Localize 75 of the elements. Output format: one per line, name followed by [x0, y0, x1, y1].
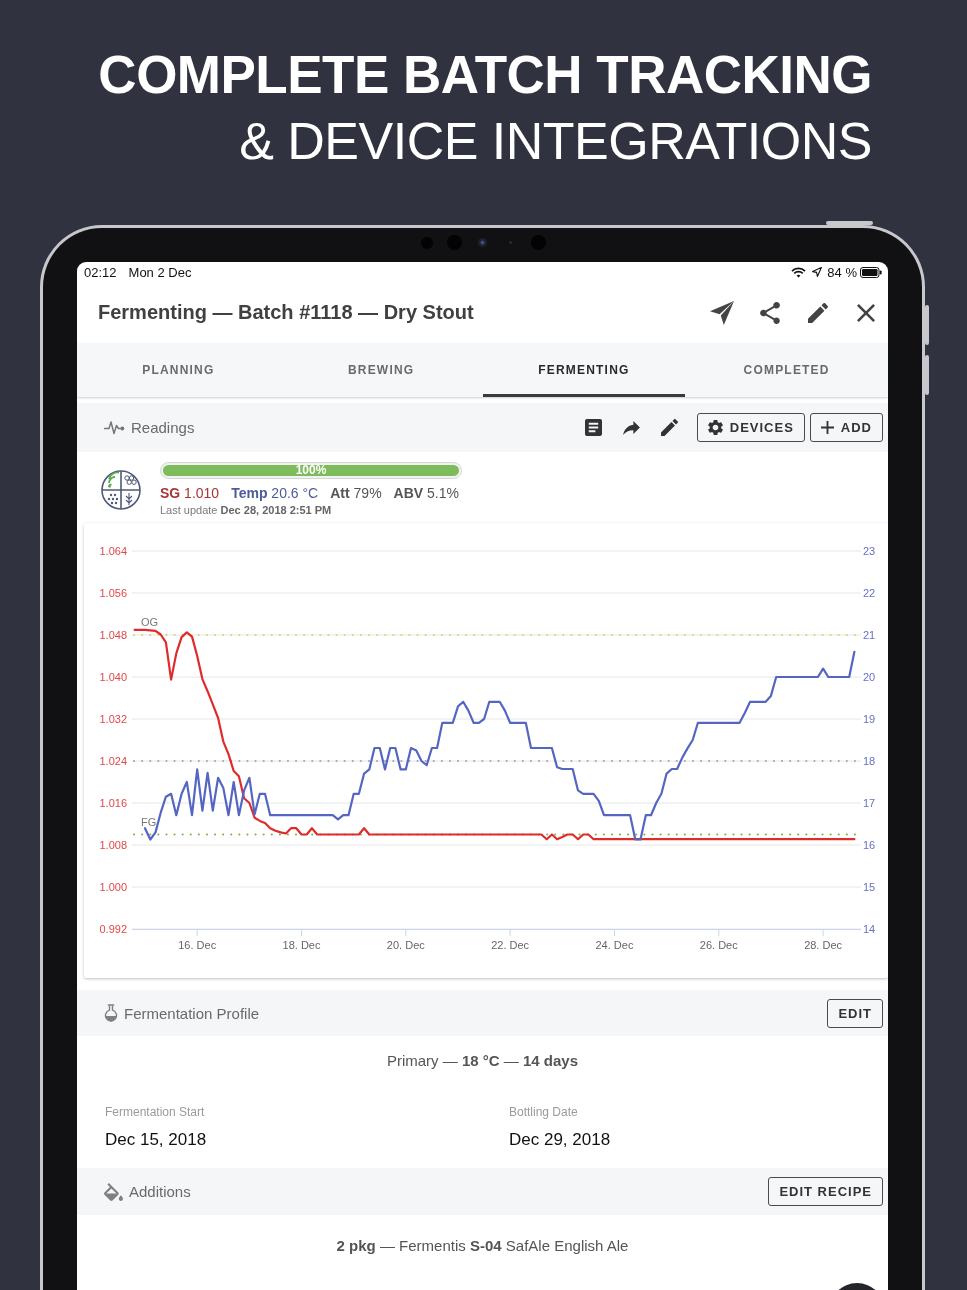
status-date: Mon 2 Dec	[128, 264, 192, 280]
headline-title: COMPLETE BATCH TRACKING	[98, 45, 872, 104]
gear-icon	[707, 420, 723, 435]
axis-label: 24. Dec	[595, 939, 634, 951]
edit-button[interactable]: EDIT	[827, 998, 883, 1028]
axis-label: 16	[863, 839, 876, 851]
field-value: Dec 29, 2018	[509, 1129, 611, 1151]
battery-icon	[860, 266, 882, 278]
curved-arrow-icon	[623, 420, 641, 435]
wifi-icon	[791, 266, 807, 278]
axis-label: 1.000	[99, 881, 127, 893]
axis-label: 26. Dec	[699, 939, 738, 951]
axis-label: 1.032	[99, 713, 127, 725]
status-time: 02:12	[84, 264, 117, 280]
axis-label: 17	[863, 797, 876, 809]
document-icon	[585, 419, 603, 436]
axis-label: 1.024	[99, 755, 127, 767]
section-title: Fermentation Profile	[124, 1004, 260, 1022]
devices-button[interactable]: DEVICES	[696, 413, 805, 442]
axis-label: 28. Dec	[804, 939, 843, 951]
axis-label: 1.048	[99, 629, 127, 641]
paper-plane-icon	[710, 300, 734, 325]
axis-label: 14	[863, 923, 876, 935]
add-button[interactable]: ADD	[809, 413, 883, 442]
battery-percentage: 84 %	[827, 264, 857, 280]
axis-label: 0.992	[99, 923, 127, 935]
reading-value: SG 1.010	[160, 485, 220, 501]
axis-label: 23	[863, 545, 876, 557]
device-emblem-icon	[101, 470, 141, 510]
tab[interactable]: COMPLETED	[685, 343, 888, 397]
addition-item: 2 pkg — Fermentis S-04 SafAle English Ale	[336, 1237, 629, 1254]
section-title: Readings	[131, 419, 195, 436]
reading-value: ABV 5.1%	[393, 485, 459, 501]
axis-label: 22	[863, 587, 876, 599]
axis-label: 20. Dec	[386, 939, 425, 951]
axis-label: 16. Dec	[178, 939, 217, 951]
plus-icon	[820, 421, 834, 434]
axis-label: 1.040	[99, 671, 127, 683]
axis-label: 20	[863, 671, 876, 683]
pencil-icon	[808, 302, 828, 323]
tab[interactable]: PLANNING	[77, 343, 280, 397]
reference-label: FG	[141, 815, 157, 828]
headline-subtitle: & DEVICE INTEGRATIONS	[239, 112, 872, 170]
reference-label: OG	[141, 616, 159, 628]
close-icon	[857, 303, 875, 322]
tab[interactable]: BREWING	[279, 343, 483, 397]
page-title: Fermenting — Batch #1118 — Dry Stout	[98, 301, 474, 324]
axis-label: 1.008	[99, 839, 127, 851]
axis-label: 18	[863, 755, 876, 767]
axis-label: 22. Dec	[491, 939, 530, 951]
camera-icon	[478, 238, 487, 247]
tab[interactable]: FERMENTING	[482, 343, 686, 397]
pencil-icon	[661, 419, 679, 436]
edit-recipe-button[interactable]: EDIT RECIPE	[768, 1177, 883, 1206]
field-label: Bottling Date	[509, 1104, 578, 1120]
axis-label: 18. Dec	[282, 939, 321, 951]
axis-label: 21	[863, 629, 876, 641]
reading-value: Temp 20.6 °C	[231, 485, 319, 501]
reading-value: Att 79%	[330, 485, 382, 501]
axis-label: 1.056	[99, 587, 127, 599]
paint-bucket-icon	[104, 1182, 123, 1201]
progress-label: 100%	[295, 463, 327, 478]
field-label: Fermentation Start	[105, 1104, 205, 1120]
section-title: Additions	[129, 1183, 191, 1200]
profile-summary: Primary — 18 °C — 14 days	[386, 1052, 579, 1069]
axis-label: 1.016	[99, 797, 127, 809]
axis-label: 19	[863, 713, 876, 725]
axis-label: 15	[863, 881, 876, 893]
field-value: Dec 15, 2018	[105, 1129, 207, 1151]
share-icon	[760, 301, 780, 324]
last-update-text: Last update Dec 28, 2018 2:51 PM	[160, 503, 332, 517]
axis-label: 1.064	[99, 545, 127, 557]
pulse-icon	[104, 420, 125, 435]
location-arrow-icon	[812, 267, 823, 277]
flask-icon	[104, 1004, 118, 1022]
